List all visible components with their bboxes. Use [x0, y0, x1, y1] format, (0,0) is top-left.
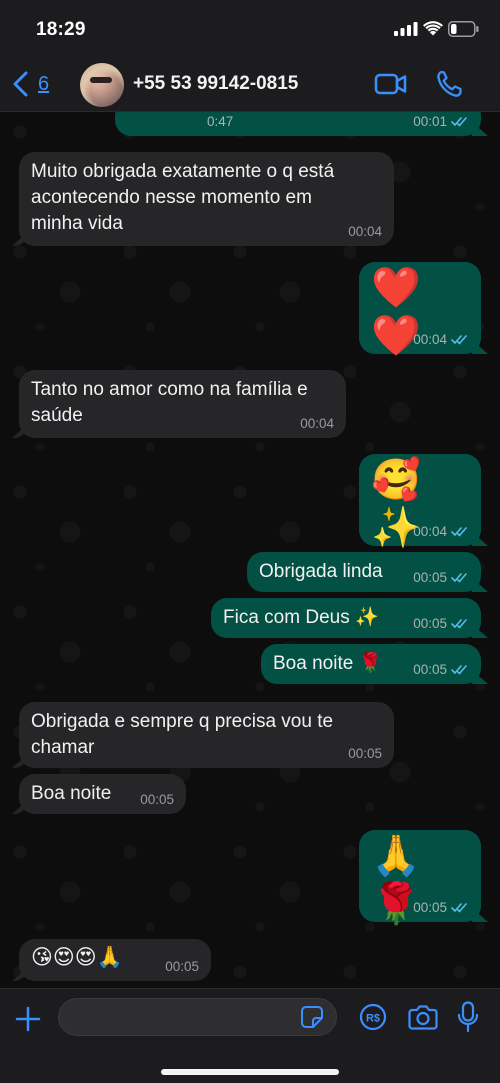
message-time: 00:04	[413, 524, 447, 539]
message-outgoing[interactable]: Fica com Deus ✨ 00:05	[211, 598, 481, 638]
avatar-glasses	[90, 77, 112, 83]
message-outgoing[interactable]: ❤️❤️ 00:04	[359, 262, 481, 358]
message-time: 00:04	[348, 224, 382, 239]
read-ticks-icon	[451, 335, 467, 345]
video-call-icon[interactable]	[374, 71, 408, 97]
message-meta: 00:05	[413, 616, 469, 631]
back-button[interactable]: 6	[12, 70, 49, 98]
avatar[interactable]	[80, 63, 124, 107]
back-chevron-icon	[13, 71, 28, 97]
read-ticks-icon	[451, 117, 467, 127]
status-bar: 18:29	[0, 0, 500, 58]
message-incoming[interactable]: Boa noite 00:05	[19, 774, 186, 814]
message-meta: 00:05	[140, 792, 174, 807]
message-outgoing[interactable]: Obrigada linda 00:05	[247, 552, 481, 592]
chat-area[interactable]: 0:47 00:01 Muito obrigada exatamente o q…	[0, 112, 500, 988]
message-input[interactable]	[58, 998, 337, 1036]
voice-duration: 0:47	[207, 114, 234, 129]
message-text: Obrigada e sempre q precisa vou te chama…	[31, 711, 334, 758]
wifi-icon	[423, 21, 443, 36]
message-time: 00:01	[413, 114, 447, 129]
phone-icon[interactable]	[436, 70, 462, 98]
message-incoming[interactable]: 😘😍😍🙏 00:05	[19, 939, 211, 981]
unread-count: 6	[38, 72, 50, 95]
read-ticks-icon	[451, 903, 467, 913]
message-time: 00:04	[300, 416, 334, 431]
message-meta: 00:05	[413, 662, 469, 677]
message-meta: 00:01	[413, 114, 469, 129]
message-time: 00:05	[413, 570, 447, 585]
plus-icon[interactable]	[14, 1005, 42, 1033]
message-meta: 00:04	[348, 224, 382, 239]
message-meta: 00:05	[413, 570, 469, 585]
message-time: 00:04	[413, 332, 447, 347]
message-text: Muito obrigada exatamente o q está acont…	[31, 161, 335, 234]
avatar-hair	[80, 63, 124, 107]
home-indicator	[161, 1069, 339, 1075]
mic-icon[interactable]	[457, 1001, 479, 1033]
read-ticks-icon	[451, 527, 467, 537]
message-meta: 00:04	[413, 524, 469, 539]
message-meta: 00:04	[413, 332, 469, 347]
payment-icon[interactable]: R$	[359, 1003, 387, 1031]
message-time: 00:05	[348, 746, 382, 761]
message-meta: 00:04	[300, 416, 334, 431]
message-outgoing[interactable]: 🥰✨ 00:04	[359, 454, 481, 550]
contact-name[interactable]: +55 53 99142-0815	[133, 73, 298, 95]
battery-icon	[448, 21, 479, 37]
read-ticks-icon	[451, 573, 467, 583]
message-time: 00:05	[413, 900, 447, 915]
signal-icon	[394, 22, 418, 36]
chat-header: 6 +55 53 99142-0815	[0, 58, 500, 112]
svg-text:R$: R$	[366, 1013, 380, 1025]
read-ticks-icon	[451, 619, 467, 629]
message-incoming[interactable]: Tanto no amor como na família e saúde 00…	[19, 370, 346, 438]
sticker-icon[interactable]	[300, 1005, 324, 1029]
message-outgoing[interactable]: Boa noite 🌹 00:05	[261, 644, 481, 684]
message-time: 00:05	[413, 662, 447, 677]
read-ticks-icon	[451, 665, 467, 675]
message-outgoing[interactable]: 🙏🌹 00:05	[359, 830, 481, 926]
status-time: 18:29	[36, 19, 86, 40]
message-incoming[interactable]: Obrigada e sempre q precisa vou te chama…	[19, 702, 394, 768]
message-text: Tanto no amor como na família e saúde	[31, 379, 308, 426]
message-meta: 00:05	[413, 900, 469, 915]
message-meta: 00:05	[348, 746, 382, 761]
message-incoming[interactable]: Muito obrigada exatamente o q está acont…	[19, 152, 394, 246]
camera-icon[interactable]	[408, 1003, 438, 1031]
message-time: 00:05	[165, 959, 199, 974]
message-time: 00:05	[140, 792, 174, 807]
voice-message[interactable]: 0:47 00:01	[115, 112, 481, 136]
message-time: 00:05	[413, 616, 447, 631]
message-meta: 00:05	[165, 959, 199, 974]
